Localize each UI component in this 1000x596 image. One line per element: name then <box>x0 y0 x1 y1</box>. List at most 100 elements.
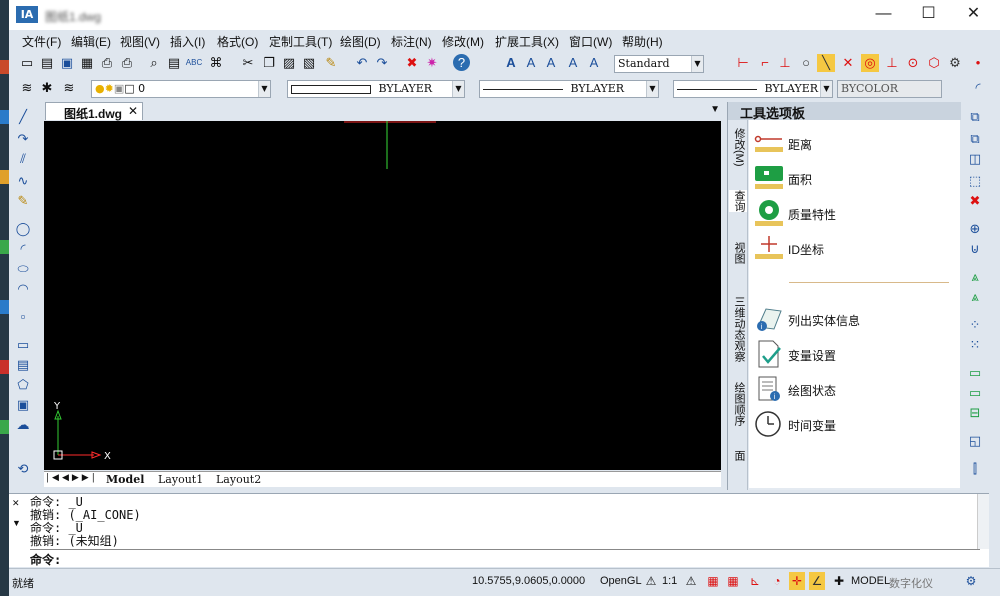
ortho-icon[interactable]: ⊾ <box>747 572 763 590</box>
array-icon[interactable]: ⬚ <box>965 173 985 191</box>
line-icon[interactable]: ⊢ <box>734 54 752 72</box>
menu-insert[interactable]: 插入(I) <box>170 33 205 50</box>
dyn-icon[interactable]: ✚ <box>831 572 847 590</box>
minimize-button[interactable]: — <box>861 0 906 30</box>
snap-settings-icon[interactable]: ⚙ <box>946 54 964 72</box>
tab-layout2[interactable]: Layout2 <box>216 473 261 486</box>
extend-icon[interactable]: ⁙ <box>965 337 985 355</box>
saveall-icon[interactable]: ▦ <box>78 54 96 72</box>
multiline-text-icon[interactable]: A <box>542 54 560 72</box>
paste-icon[interactable]: ▨ <box>280 54 298 72</box>
polar-icon[interactable]: ◔ <box>769 572 785 590</box>
join-icon[interactable]: ▭ <box>965 385 985 403</box>
copy-icon[interactable]: ⧉ <box>965 109 985 127</box>
palette-item-distance[interactable]: 距离 <box>752 126 952 160</box>
ellipse-icon[interactable]: ⬭ <box>13 261 33 279</box>
copy-icon[interactable]: ❐ <box>260 54 278 72</box>
palette-tab-view[interactable]: 视图 <box>729 242 747 264</box>
rectangle-icon[interactable]: ▭ <box>13 337 33 355</box>
spell-icon[interactable]: ABC <box>185 54 203 72</box>
palette-item-area[interactable]: 面积 <box>752 161 952 195</box>
annotation-scale-icon[interactable]: ⚠ <box>643 572 659 590</box>
close-window-button[interactable]: ✕ <box>951 0 996 30</box>
menu-help[interactable]: 帮助(H) <box>622 33 663 50</box>
print-icon[interactable]: ⎙ <box>118 54 136 72</box>
redo-icon[interactable]: ↷ <box>373 54 391 72</box>
tab-layout1[interactable]: Layout1 <box>158 473 203 486</box>
plot-style-select[interactable]: BYCOLOR <box>837 80 942 98</box>
layout-nav-arrows[interactable]: |◀◀▶▶| <box>46 473 98 483</box>
polygon-icon[interactable]: ⬠ <box>13 377 33 395</box>
model-canvas[interactable]: Y X <box>44 121 721 470</box>
preview-icon[interactable]: ⌕ <box>145 54 163 72</box>
erase-icon[interactable]: ✖ <box>403 54 421 72</box>
layer-select[interactable]: ●✹▣□ 0 ▼ <box>91 80 271 98</box>
move-icon[interactable]: ⊕ <box>965 221 985 239</box>
edit-text-icon[interactable]: A <box>564 54 582 72</box>
palette-item-time[interactable]: 时间变量 <box>752 407 952 441</box>
trim-icon[interactable]: ✕ <box>839 54 857 72</box>
chevron-down-icon[interactable]: ▼ <box>12 518 21 528</box>
menu-edit[interactable]: 编辑(E) <box>71 33 111 50</box>
point-icon[interactable]: ▫ <box>13 309 33 327</box>
document-tab[interactable]: 图纸1.dwg ✕ <box>45 102 143 121</box>
explode-icon[interactable]: ⫿ <box>965 461 985 479</box>
digitizer-label[interactable]: 数字化仪 <box>889 575 933 591</box>
help-icon[interactable]: ? <box>453 54 470 71</box>
xline-icon[interactable]: ⊥ <box>776 54 794 72</box>
spline-icon[interactable]: ∿ <box>13 173 33 191</box>
circle-icon[interactable]: ◯ <box>13 221 33 239</box>
erase-icon[interactable]: ✖ <box>965 193 985 211</box>
open-icon[interactable]: ▤ <box>38 54 56 72</box>
node-icon[interactable]: • <box>969 54 987 72</box>
close-icon[interactable]: ✕ <box>128 104 138 118</box>
cut-icon[interactable]: ✂ <box>239 54 257 72</box>
lineweight-select[interactable]: BYLAYER ▼ <box>673 80 833 98</box>
osnap-icon[interactable]: ✛ <box>789 572 805 590</box>
menu-view[interactable]: 视图(V) <box>120 33 160 50</box>
mirror-icon[interactable]: ⧉ <box>965 131 985 149</box>
text-style-icon[interactable]: A <box>502 54 520 72</box>
menu-dimension[interactable]: 标注(N) <box>391 33 432 50</box>
renderer-label[interactable]: OpenGL <box>600 575 642 587</box>
polyline-icon[interactable]: ↷ <box>13 131 33 149</box>
palette-tab-inquiry[interactable]: 查询 <box>729 190 747 212</box>
otrack-icon[interactable]: ∠ <box>809 572 825 590</box>
gear-icon[interactable]: ⚙ <box>963 572 979 590</box>
center-snap-icon[interactable]: ◎ <box>861 54 879 72</box>
scale-value[interactable]: 1:1 <box>662 575 677 587</box>
menu-draw[interactable]: 绘图(D) <box>340 33 381 50</box>
command-panel-grip-icon[interactable]: ✕ <box>12 498 20 509</box>
purge-icon[interactable]: ✷ <box>423 54 441 72</box>
plot-icon[interactable]: ⎙ <box>98 54 116 72</box>
text-style-select[interactable]: Standard ▼ <box>614 55 704 73</box>
palette-tab-modify[interactable]: 修改(M) <box>729 128 747 167</box>
menu-modify[interactable]: 修改(M) <box>442 33 484 50</box>
line-icon[interactable]: ╱ <box>13 109 33 127</box>
arc-tool-icon[interactable]: ◜ <box>969 79 987 97</box>
grid-icon[interactable]: ▦ <box>725 572 741 590</box>
fillet-icon[interactable]: ◱ <box>965 433 985 451</box>
trim-icon[interactable]: ⁘ <box>965 317 985 335</box>
rotate-icon[interactable]: ⊍ <box>965 241 985 259</box>
find-text-icon[interactable]: A <box>585 54 603 72</box>
palette-item-id-point[interactable]: ID坐标 <box>752 231 952 265</box>
menu-format[interactable]: 格式(O) <box>217 33 258 50</box>
palette-tab-3dorbit[interactable]: 三维动态观察 <box>729 296 747 362</box>
save-icon[interactable]: ▣ <box>58 54 76 72</box>
maximize-button[interactable]: ☐ <box>906 0 951 30</box>
circle-icon[interactable]: ○ <box>797 54 815 72</box>
palette-tab-surface[interactable]: 面 <box>729 450 747 461</box>
command-input[interactable]: 命令: <box>30 549 980 568</box>
space-label[interactable]: MODEL <box>851 575 890 587</box>
ray-icon[interactable]: ⌐ <box>756 54 774 72</box>
scale-icon[interactable]: ⩓ <box>965 269 985 287</box>
menu-tools[interactable]: 定制工具(T) <box>269 33 332 50</box>
refresh-icon[interactable]: ⟲ <box>13 461 33 479</box>
layer-manager-icon[interactable]: ≋ <box>18 79 36 97</box>
tab-dropdown-icon[interactable]: ▼ <box>710 104 720 115</box>
new-icon[interactable]: ▭ <box>18 54 36 72</box>
hatch-icon[interactable]: ▤ <box>13 357 33 375</box>
palette-item-setvar[interactable]: 变量设置 <box>752 337 952 371</box>
menu-file[interactable]: 文件(F) <box>22 33 61 50</box>
